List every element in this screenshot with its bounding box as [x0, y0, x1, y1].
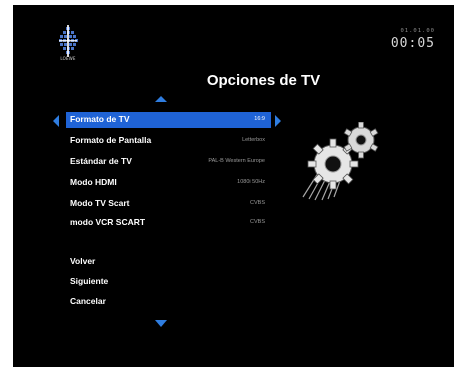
menu-item-label: Formato de TV [70, 114, 130, 124]
menu-item-label: Modo TV Scart [70, 198, 130, 208]
menu-item-value: 1080i 50Hz [237, 179, 265, 185]
menu-item-formato-tv[interactable]: Formato de TV 16:9 [66, 112, 271, 128]
time-display: 00:05 [390, 36, 435, 51]
siguiente-button[interactable]: Siguiente [70, 276, 108, 286]
menu-item-label: modo VCR SCART [70, 217, 146, 227]
menu-item-value: Letterbox [242, 137, 265, 143]
menu-item-label: Estándar de TV [70, 156, 132, 166]
cancelar-button[interactable]: Cancelar [70, 296, 106, 306]
arrow-down-icon[interactable] [155, 320, 167, 327]
arrow-right-icon[interactable] [275, 115, 281, 127]
gears-icon [302, 122, 379, 201]
menu-item-value: 16:9 [254, 116, 265, 122]
menu-item-modo-tv-scart[interactable]: Modo TV Scart CVBS [66, 196, 271, 212]
menu-item-value: CVBS [250, 200, 265, 206]
menu-item-label: Modo HDMI [70, 177, 117, 187]
menu-item-formato-pantalla[interactable]: Formato de Pantalla Letterbox [66, 133, 271, 149]
menu-item-value: PAL-B Western Europe [208, 158, 265, 164]
tv-screen: LOEWE 01.01.00 00:05 Opciones de TV Form… [13, 5, 454, 367]
arrow-up-icon[interactable] [155, 96, 167, 102]
volver-button[interactable]: Volver [70, 256, 95, 266]
menu-item-modo-vcr-scart[interactable]: modo VCR SCART CVBS [66, 215, 271, 231]
menu-item-estandar-tv[interactable]: Estándar de TV PAL-B Western Europe [66, 154, 271, 170]
brand-logo-text: LOEWE [60, 56, 76, 61]
menu-item-label: Formato de Pantalla [70, 135, 152, 145]
date-display: 01.01.00 [400, 28, 435, 34]
menu-item-value: CVBS [250, 219, 265, 225]
menu-item-modo-hdmi[interactable]: Modo HDMI 1080i 50Hz [66, 175, 271, 191]
arrow-left-icon[interactable] [53, 115, 59, 127]
page-title: Opciones de TV [206, 72, 321, 89]
